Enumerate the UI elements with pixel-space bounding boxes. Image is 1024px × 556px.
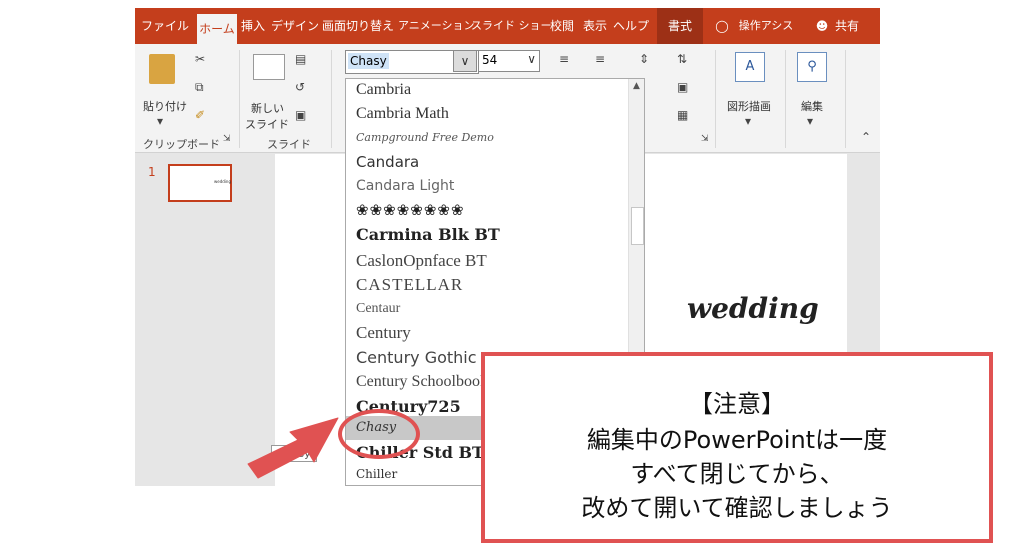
editing-dropdown-icon[interactable]: ▾ [807,114,813,128]
tab-help[interactable]: ヘルプ [613,8,649,44]
layout-icon[interactable]: ▤ [295,52,306,66]
clipboard-group-label: クリップボード [143,138,220,151]
font-item-centaur[interactable]: Centaur [356,301,400,317]
tab-insert[interactable]: 挿入 [239,8,267,44]
dialog-launcher-icon[interactable]: ⇲ [701,134,709,144]
format-painter-icon[interactable]: ✐ [195,108,205,122]
group-divider [715,50,716,148]
reset-icon[interactable]: ↺ [295,80,305,94]
numbering-icon[interactable]: ≡ [595,52,605,66]
chevron-down-icon[interactable]: ∨ [527,52,536,66]
share-button[interactable]: 共有 [832,8,862,44]
tab-format[interactable]: 書式 [657,8,703,44]
collapse-ribbon-icon[interactable]: ⌃ [861,130,871,144]
notice-line: 編集中のPowerPointは一度 [586,426,888,454]
bullets-icon[interactable]: ≡ [559,52,569,66]
font-item-century-gothic[interactable]: Century Gothic [356,348,477,367]
paste-label[interactable]: 貼り付け [143,98,187,114]
highlight-circle [338,409,420,459]
notice-line: すべて閉じてから、 [630,460,844,488]
lightbulb-icon[interactable]: ◯ [714,8,730,44]
tab-home[interactable]: ホーム [197,14,237,44]
slide-thumbnail[interactable]: wedding [168,164,232,202]
font-item-candara-light[interactable]: Candara Light [356,178,454,194]
tab-review[interactable]: 校閲 [548,8,576,44]
scrollbar-thumb[interactable] [631,207,644,245]
dialog-launcher-icon[interactable]: ⇲ [223,134,231,144]
tab-file[interactable]: ファイル [141,8,189,44]
chevron-down-icon[interactable]: ∨ [453,50,477,72]
tab-view[interactable]: 表示 [581,8,609,44]
drawing-dropdown-icon[interactable]: ▾ [745,114,751,128]
font-item-carmina[interactable]: Carmina Blk BT [356,225,500,244]
font-item-castellar[interactable]: CASTELLAR [356,275,463,295]
drawing-label[interactable]: 図形描画 [727,98,771,114]
smartart-icon[interactable]: ▦ [677,108,688,122]
thumbnail-text: wedding [214,179,231,184]
tell-me-search[interactable]: 操作アシス [735,8,797,44]
font-item-caslon[interactable]: CaslonOpnface BT [356,251,487,271]
notice-line: 改めて開いて確認しましょう [581,494,893,522]
person-icon[interactable]: ☻ [815,8,829,44]
paste-dropdown-icon[interactable]: ▾ [157,114,163,128]
group-divider [785,50,786,148]
slide-number: 1 [148,165,156,179]
font-name-input[interactable]: Chasy [348,53,389,69]
tab-design[interactable]: デザイン [271,8,319,44]
new-slide-icon[interactable] [253,54,285,80]
line-spacing-icon[interactable]: ⇕ [639,52,649,66]
copy-icon[interactable]: ⧉ [195,80,204,95]
search-icon[interactable]: ⚲ [797,52,827,82]
font-item-cambria[interactable]: Cambria [356,81,411,99]
font-item-chiller[interactable]: Chiller [356,467,397,481]
font-item-century-schoolbook[interactable]: Century Schoolbook [356,373,488,391]
font-item-campground[interactable]: Campground Free Demo [356,131,494,144]
font-item-cambria-math[interactable]: Cambria Math [356,105,449,123]
tab-slideshow[interactable]: スライド ショー [471,8,552,44]
group-divider [845,50,846,148]
text-direction-icon[interactable]: ⇅ [677,52,687,66]
slides-group-label: スライド [267,138,311,151]
new-slide-label-1[interactable]: 新しい [251,100,284,116]
group-divider [331,50,332,148]
tab-animations[interactable]: アニメーション [398,8,475,44]
align-text-icon[interactable]: ▣ [677,80,688,94]
font-size-input[interactable]: 54 [482,53,497,67]
slide-title-text[interactable]: wedding [687,292,819,325]
font-item-symbol-font[interactable]: ❀❀❀❀❀❀❀❀ [356,201,465,219]
warning-notice-box: 【注意】 編集中のPowerPointは一度 すべて閉じてから、 改めて開いて確… [481,352,993,543]
ribbon-tab-bar: ファイル ホーム 挿入 デザイン 画面切り替え アニメーション スライド ショー… [135,8,880,44]
section-icon[interactable]: ▣ [295,108,306,122]
new-slide-label-2[interactable]: スライド [245,116,289,132]
callout-arrow-icon [247,417,339,479]
font-size-combobox[interactable]: 54 ∨ [478,50,540,72]
font-item-candara[interactable]: Candara [356,153,419,171]
cut-icon[interactable]: ✂ [195,52,205,66]
editing-label[interactable]: 編集 [801,98,823,114]
font-item-century[interactable]: Century [356,323,411,343]
scroll-up-arrow-icon[interactable]: ▲ [633,81,640,91]
notice-heading: 【注意】 [689,390,785,418]
tab-transitions[interactable]: 画面切り替え [321,8,395,44]
paste-icon[interactable] [149,54,175,84]
group-divider [239,50,240,148]
shapes-icon[interactable]: A [735,52,765,82]
